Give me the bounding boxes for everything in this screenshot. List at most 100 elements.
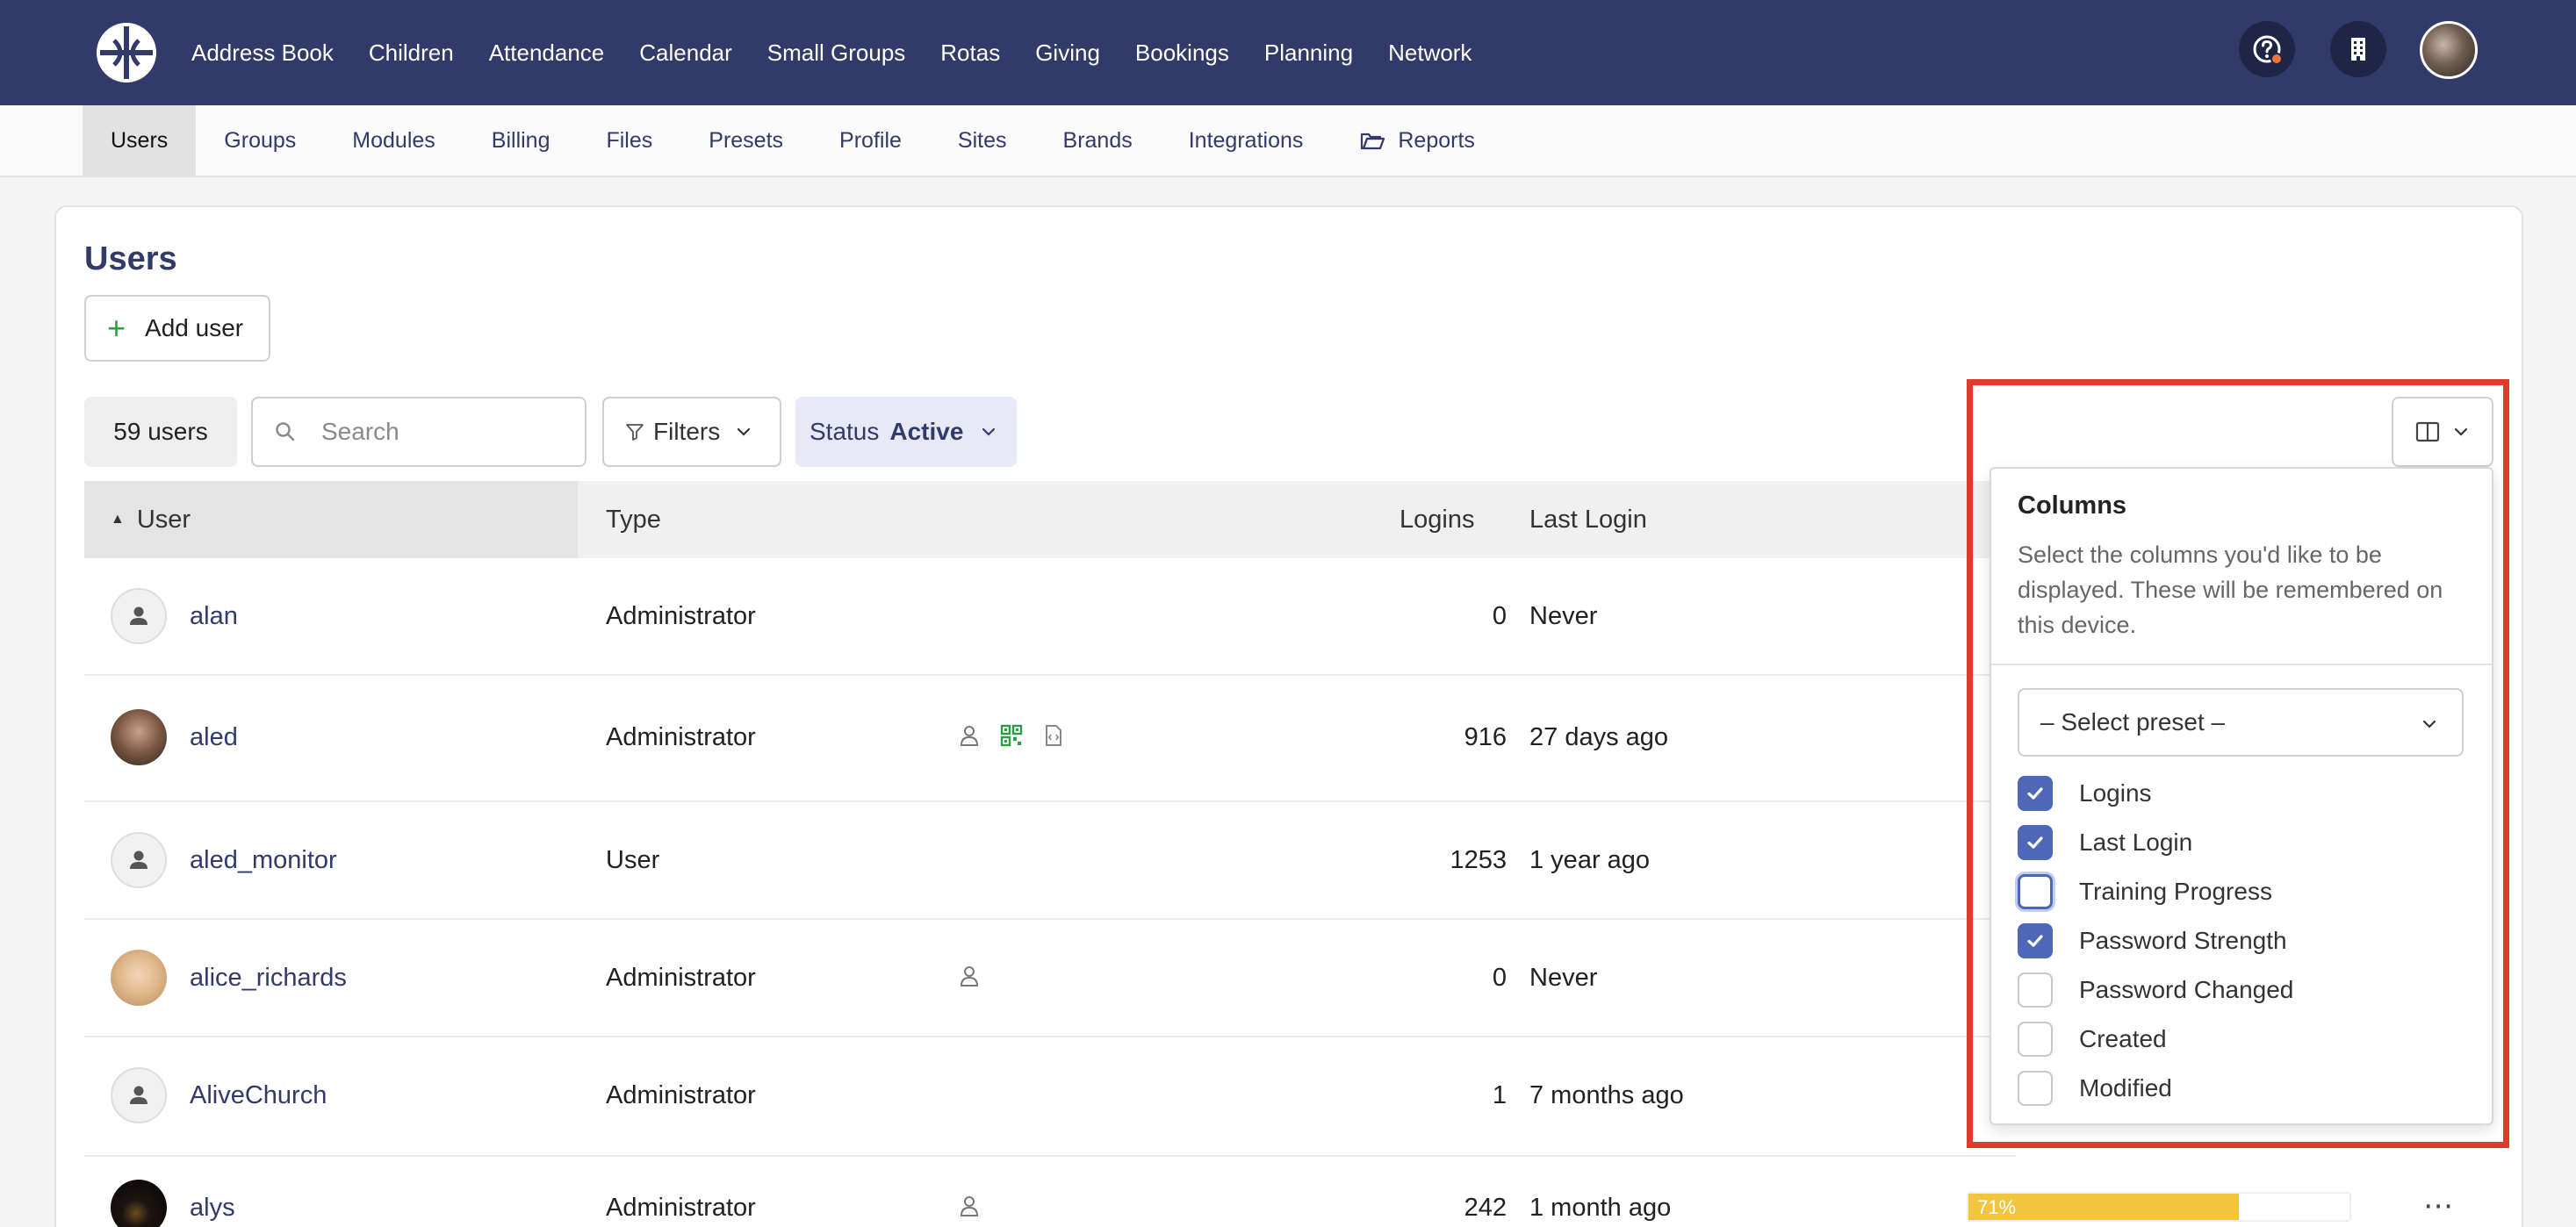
user-name-link[interactable]: alan [190,602,238,631]
user-logins: 242 [1464,1194,1507,1222]
nav-item-network[interactable]: Network [1388,39,1471,67]
subnav-integrations[interactable]: Integrations [1161,105,1332,176]
chevron-down-icon [2454,427,2468,436]
checkbox[interactable] [2018,1022,2053,1057]
checkbox[interactable] [2018,972,2053,1008]
user-status-icons [957,1194,999,1218]
user-last-login: Never [1529,964,1598,992]
column-option-label: Modified [2079,1074,2172,1101]
user-name-link[interactable]: aled_monitor [190,846,337,875]
nav-item-small-groups[interactable]: Small Groups [767,39,906,67]
user-name-link[interactable]: alice_richards [190,964,347,993]
user-type: Administrator [606,964,756,992]
user-logins: 916 [1464,723,1507,751]
column-header-last-login[interactable]: Last Login [1529,481,1647,558]
nav-item-children[interactable]: Children [369,39,454,67]
user-last-login: Never [1529,602,1598,630]
password-strength-bar: 71% [1967,1192,2351,1222]
chevron-down-icon [2422,720,2436,728]
subnav-brands[interactable]: Brands [1035,105,1161,176]
person-outline-icon [960,966,979,987]
subnav-reports-label: Reports [1398,127,1475,153]
nav-item-giving[interactable]: Giving [1035,39,1100,67]
search-input[interactable] [321,418,567,446]
table-row: alan Administrator 0 Never [84,558,2016,676]
plus-icon: + [107,310,126,346]
filters-button[interactable]: Filters [602,397,781,467]
column-header-type[interactable]: Type [606,481,661,558]
subnav-presets[interactable]: Presets [680,105,811,176]
preset-select-value: – Select preset – [2040,708,2226,735]
subnav-groups[interactable]: Groups [196,105,324,176]
add-user-button[interactable]: + Add user [84,295,270,362]
app-logo-icon[interactable] [97,23,156,83]
user-name-link[interactable]: AliveChurch [190,1081,327,1110]
user-type: Administrator [606,1194,756,1222]
user-photo-avatar [111,1180,167,1227]
subnav-profile[interactable]: Profile [811,105,930,176]
user-last-login: 27 days ago [1529,723,1669,751]
subnav-reports[interactable]: Reports [1331,105,1503,176]
columns-dropdown-title: Columns [2018,492,2127,520]
subnav-billing[interactable]: Billing [464,105,579,176]
column-option-label: Password Strength [2079,927,2287,954]
page-title: Users [84,240,177,277]
column-option-password-strength[interactable]: Password Strength [2018,922,2287,960]
column-option-training-progress[interactable]: Training Progress [2018,872,2272,911]
columns-toggle-button[interactable] [2392,397,2493,467]
nav-item-planning[interactable]: Planning [1264,39,1353,67]
table-row: alys Administrator 242 1 month ago 71% ⋯ [84,1157,2453,1227]
checkmark-icon [2027,935,2043,947]
subnav-sites[interactable]: Sites [930,105,1035,176]
nav-item-rotas[interactable]: Rotas [940,39,1000,67]
user-type: Administrator [606,1081,756,1109]
user-status-icons [957,964,999,988]
subnav-modules[interactable]: Modules [324,105,464,176]
column-option-label: Training Progress [2079,878,2272,905]
checkbox[interactable] [2018,825,2053,860]
nav-item-bookings[interactable]: Bookings [1135,39,1229,67]
filter-icon [626,424,644,441]
filters-label: Filters [653,418,721,445]
person-outline-icon [960,726,979,746]
chevron-down-icon [982,427,996,436]
status-value: Active [889,418,964,445]
column-option-modified[interactable]: Modified [2018,1069,2172,1108]
user-type: User [606,846,660,874]
checkbox[interactable] [2018,923,2053,958]
user-logins: 0 [1492,602,1507,630]
user-last-login: 7 months ago [1529,1081,1684,1109]
column-option-created[interactable]: Created [2018,1020,2167,1058]
subnav-users[interactable]: Users [83,105,197,176]
main-nav: Address Book Children Attendance Calenda… [191,0,1507,105]
preset-select[interactable]: – Select preset – [2018,688,2464,757]
code-file-icon [1046,725,1061,746]
nav-item-address-book[interactable]: Address Book [191,39,334,67]
column-option-last-login[interactable]: Last Login [2018,823,2192,862]
help-button[interactable] [2239,21,2295,77]
search-field[interactable] [251,397,586,467]
folder-open-icon [1361,133,1385,150]
nav-item-attendance[interactable]: Attendance [489,39,605,67]
column-option-password-changed[interactable]: Password Changed [2018,971,2293,1009]
divider [1991,664,2492,665]
column-header-user[interactable]: ▲ User [84,481,578,558]
status-filter-button[interactable]: Status Active [795,397,1017,467]
checkbox[interactable] [2018,874,2053,909]
user-type: Administrator [606,723,756,751]
row-actions-menu-icon[interactable]: ⋯ [2423,1188,2455,1223]
column-option-label: Logins [2079,779,2152,807]
user-name-link[interactable]: alys [190,1194,235,1223]
subnav-files[interactable]: Files [578,105,680,176]
user-name-link[interactable]: aled [190,723,238,752]
checkbox[interactable] [2018,1071,2053,1106]
column-option-logins[interactable]: Logins [2018,774,2152,813]
user-photo-avatar [111,709,167,765]
user-avatar[interactable] [2420,21,2478,79]
columns-icon [2415,421,2440,442]
column-header-logins[interactable]: Logins [1400,481,1474,558]
nav-item-calendar[interactable]: Calendar [639,39,732,67]
user-photo-avatar [111,950,167,1006]
checkbox[interactable] [2018,776,2053,811]
organisation-button[interactable] [2330,21,2386,77]
